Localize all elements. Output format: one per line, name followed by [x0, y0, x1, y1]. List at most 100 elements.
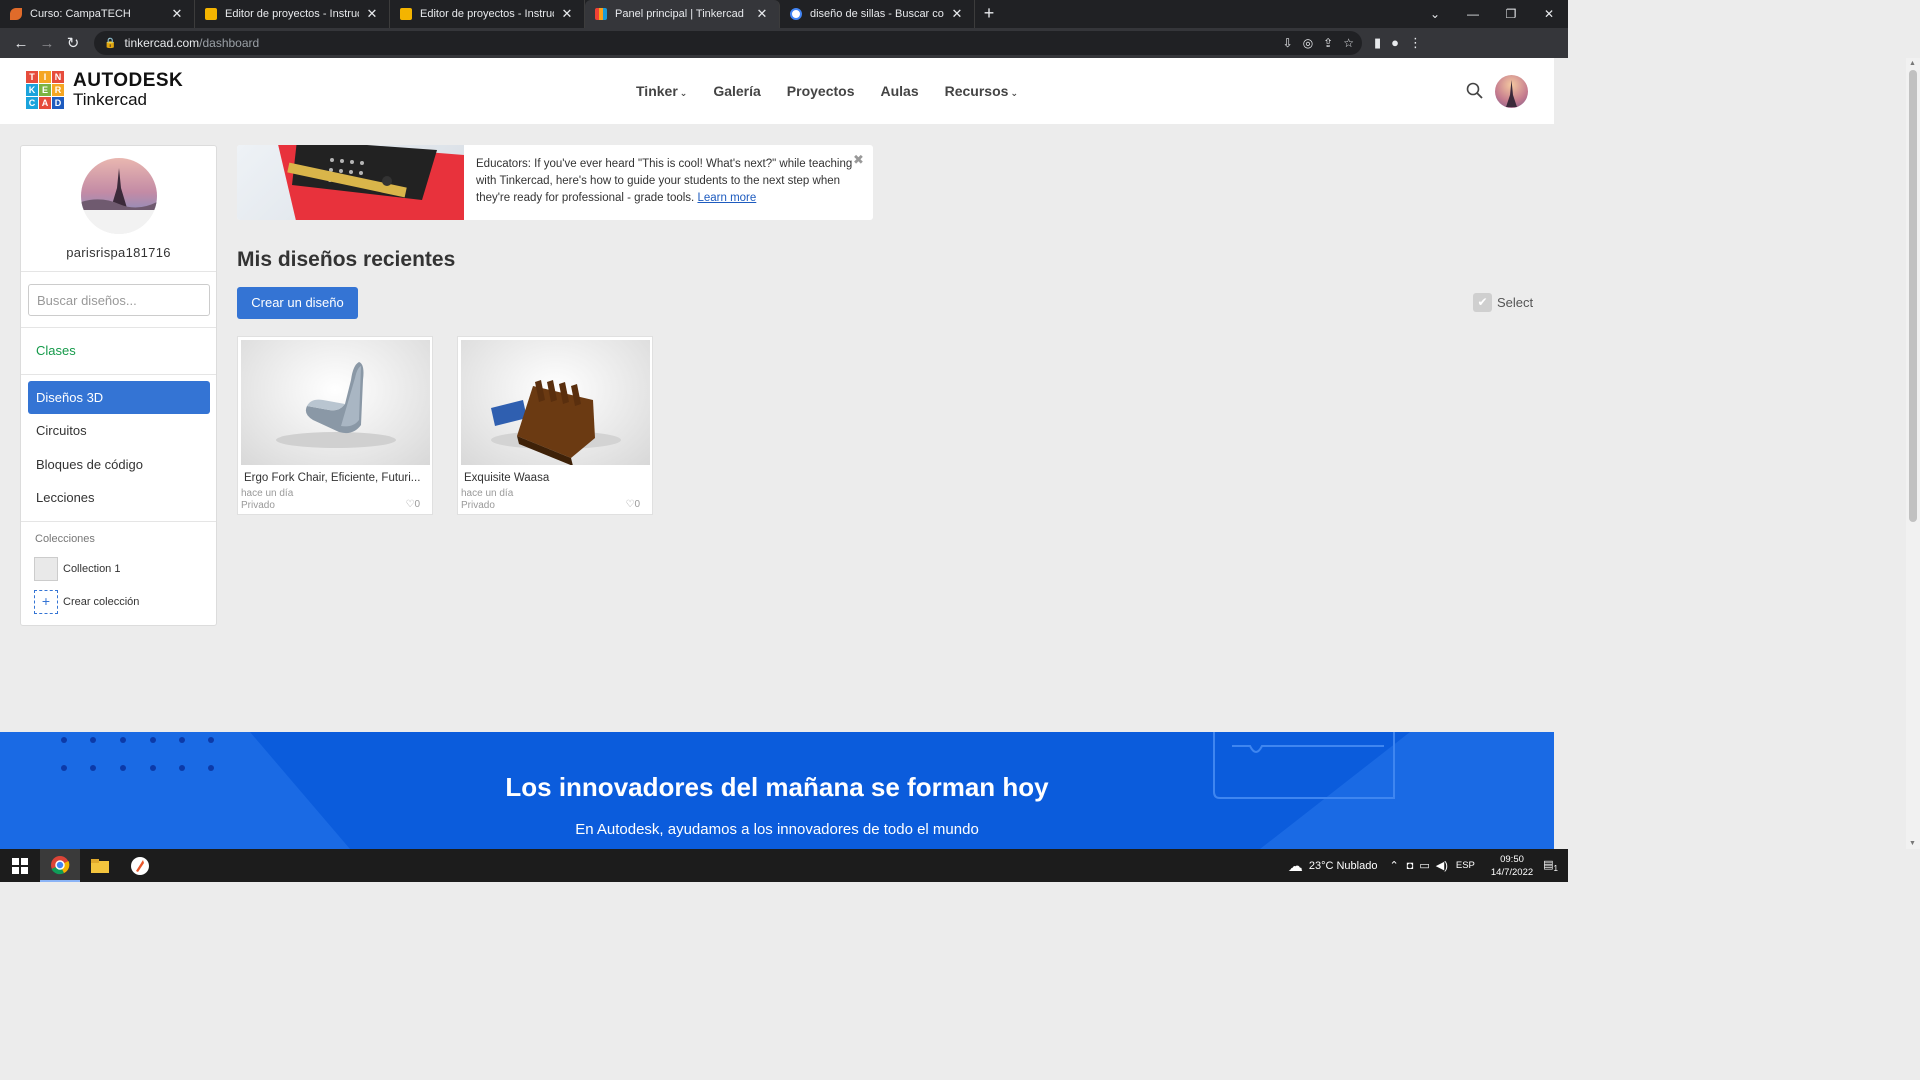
bookmark-star-icon[interactable]: ☆ [1343, 36, 1354, 50]
instructables-favicon-icon [400, 8, 412, 20]
window-controls: ⌄ — ❐ ✕ [1416, 0, 1568, 28]
forward-icon[interactable]: → [34, 35, 60, 52]
tinkercad-favicon-icon [595, 8, 607, 20]
nav-aulas[interactable]: Aulas [881, 83, 919, 99]
profile-avatar[interactable] [81, 158, 157, 234]
search-icon[interactable] [1466, 82, 1483, 99]
sidebar-item-bloques-de-codigo[interactable]: Bloques de código [36, 457, 143, 472]
sidebar-item-disenos-3d[interactable]: Diseños 3D [28, 381, 210, 414]
like-count[interactable]: ♡0 [625, 499, 640, 510]
hero-section: Los innovadores del mañana se forman hoy… [0, 732, 1554, 849]
meet-icon[interactable]: ◘ [1407, 860, 1414, 872]
logo-autodesk: AUTODESK [73, 70, 184, 91]
sidebar-item-lecciones[interactable]: Lecciones [36, 490, 95, 505]
logo-letter: R [52, 84, 64, 96]
create-collection-button[interactable]: + Crear colección [34, 590, 139, 614]
chrome-icon[interactable] [40, 849, 80, 882]
main-nav: Tinker ⌄ Galería Proyectos Aulas Recursos… [636, 83, 1018, 99]
learn-more-link[interactable]: Learn more [697, 192, 756, 204]
close-tab-icon[interactable]: ✕ [170, 6, 184, 22]
restore-icon[interactable]: ❐ [1492, 0, 1530, 28]
select-toggle[interactable]: ✔ Select [1473, 293, 1533, 312]
search-designs-input[interactable] [28, 284, 210, 316]
plus-icon: + [34, 590, 58, 614]
design-visibility: Privado [241, 500, 275, 511]
collection-thumbnail [34, 557, 58, 581]
logo-letter: C [26, 97, 38, 109]
url-path: /dashboard [199, 36, 260, 50]
page-scrollbar[interactable]: ▲ ▼ [1906, 58, 1920, 849]
clock-time: 09:50 [1500, 853, 1524, 865]
create-design-button[interactable]: Crear un diseño [237, 287, 358, 319]
address-bar[interactable]: 🔒 tinkercad.com/dashboard ⇩ ◎ ⇪ ☆ [94, 31, 1362, 55]
windows-start-icon[interactable] [0, 849, 40, 882]
menu-kebab-icon[interactable]: ⋮ [1409, 35, 1422, 51]
logo-letter: D [52, 97, 64, 109]
browser-tab[interactable]: Editor de proyectos - Instructable ✕ [195, 0, 390, 28]
nav-tinker[interactable]: Tinker ⌄ [636, 83, 687, 99]
scrollbar-thumb[interactable] [1909, 70, 1917, 522]
share-icon[interactable]: ⇪ [1323, 36, 1333, 50]
app-icon[interactable] [120, 849, 160, 882]
google-favicon-icon [790, 8, 802, 20]
user-avatar[interactable] [1495, 75, 1528, 108]
logo-letter: N [52, 71, 64, 83]
page-viewport: T I N K E R C A D AUTODESK Tinkercad Tin… [0, 58, 1554, 849]
logo-letter: K [26, 84, 38, 96]
eye-off-icon[interactable]: ◎ [1303, 36, 1313, 50]
close-banner-icon[interactable]: ✖ [853, 152, 864, 168]
design-date: hace un día [461, 488, 514, 499]
collection-item[interactable]: Collection 1 [34, 557, 120, 581]
tab-label: Editor de proyectos - Instructable [420, 8, 554, 20]
design-title[interactable]: Exquisite Waasa [464, 472, 642, 484]
cloud-icon[interactable]: ☁ [1288, 857, 1303, 875]
close-tab-icon[interactable]: ✕ [755, 6, 769, 22]
reload-icon[interactable]: ↻ [60, 34, 86, 52]
campatech-favicon-icon [10, 8, 22, 20]
new-tab-button[interactable]: + [975, 0, 1003, 28]
design-card[interactable]: Ergo Fork Chair, Eficiente, Futuri... ha… [237, 336, 433, 515]
browser-tab-active[interactable]: Panel principal | Tinkercad ✕ [585, 0, 780, 28]
lock-icon[interactable]: 🔒 [104, 38, 116, 49]
tab-search-icon[interactable]: ⌄ [1416, 0, 1454, 28]
nav-proyectos[interactable]: Proyectos [787, 83, 855, 99]
tinkercad-logo[interactable]: T I N K E R C A D AUTODESK Tinkercad [26, 71, 183, 109]
chevron-up-icon[interactable]: ⌃ [1389, 859, 1398, 872]
close-tab-icon[interactable]: ✕ [365, 6, 379, 22]
install-app-icon[interactable]: ⇩ [1283, 36, 1293, 50]
network-icon[interactable]: ▭ [1419, 859, 1429, 872]
side-panel-icon[interactable]: ▮ [1374, 35, 1381, 51]
notification-icon[interactable]: ▤1 [1543, 858, 1558, 873]
close-tab-icon[interactable]: ✕ [950, 6, 964, 22]
language-label[interactable]: ESP [1456, 860, 1475, 871]
window-close-icon[interactable]: ✕ [1530, 0, 1568, 28]
collections-title: Colecciones [35, 533, 95, 545]
file-explorer-icon[interactable] [80, 849, 120, 882]
design-thumbnail [241, 340, 430, 465]
profile-icon[interactable]: ● [1391, 35, 1399, 51]
weather-label[interactable]: 23°C Nublado [1309, 860, 1378, 872]
like-count[interactable]: ♡0 [405, 499, 420, 510]
minimize-icon[interactable]: — [1454, 0, 1492, 28]
nav-recursos[interactable]: Recursos ⌄ [945, 83, 1018, 99]
browser-tab[interactable]: Curso: CampaTECH ✕ [0, 0, 195, 28]
back-icon[interactable]: ← [8, 35, 34, 52]
browser-tab[interactable]: diseño de sillas - Buscar con Goo ✕ [780, 0, 975, 28]
design-visibility: Privado [461, 500, 495, 511]
sidebar-item-circuitos[interactable]: Circuitos [36, 423, 87, 438]
design-card[interactable]: Exquisite Waasa hace un día Privado ♡0 [457, 336, 653, 515]
sidebar-item-clases[interactable]: Clases [36, 343, 76, 358]
scroll-down-icon[interactable]: ▼ [1909, 840, 1916, 847]
checkbox-icon: ✔ [1473, 293, 1492, 312]
browser-tab[interactable]: Editor de proyectos - Instructable ✕ [390, 0, 585, 28]
nav-galeria[interactable]: Galería [713, 83, 760, 99]
clock[interactable]: 09:50 14/7/2022 [1491, 853, 1533, 879]
scroll-up-icon[interactable]: ▲ [1909, 60, 1916, 67]
volume-icon[interactable]: ◀) [1436, 859, 1448, 872]
close-tab-icon[interactable]: ✕ [560, 6, 574, 22]
design-title[interactable]: Ergo Fork Chair, Eficiente, Futuri... [244, 472, 422, 484]
collection-label: Collection 1 [63, 563, 121, 575]
tab-label: Editor de proyectos - Instructable [225, 8, 359, 20]
url-host: tinkercad.com [124, 36, 200, 50]
tab-label: diseño de sillas - Buscar con Goo [810, 8, 944, 20]
